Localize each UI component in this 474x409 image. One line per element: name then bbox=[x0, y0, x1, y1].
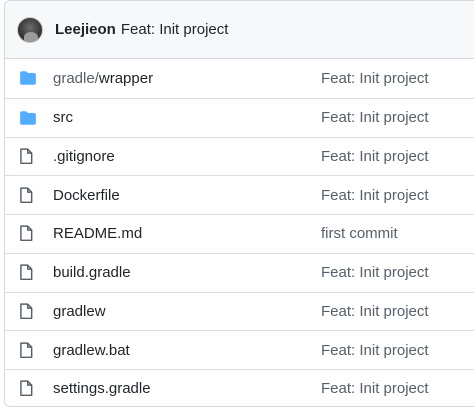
commit-author[interactable]: Leejieon bbox=[55, 21, 116, 38]
folder-icon bbox=[5, 110, 53, 126]
author-avatar[interactable] bbox=[17, 16, 43, 43]
file-icon bbox=[5, 380, 53, 397]
file-name-link[interactable]: README.md bbox=[53, 225, 321, 242]
path-prefix: gradle/ bbox=[53, 69, 99, 87]
file-icon bbox=[5, 187, 53, 204]
file-row[interactable]: gradlew.bat Feat: Init project bbox=[5, 330, 474, 369]
file-row[interactable]: Dockerfile Feat: Init project bbox=[5, 175, 474, 214]
commit-message-link[interactable]: Feat: Init project bbox=[321, 109, 429, 126]
commit-message-link[interactable]: Feat: Init project bbox=[321, 303, 429, 320]
file-icon bbox=[5, 264, 53, 281]
file-row[interactable]: src Feat: Init project bbox=[5, 97, 474, 137]
file-row[interactable]: settings.gradle Feat: Init project bbox=[5, 369, 474, 406]
file-row[interactable]: build.gradle Feat: Init project bbox=[5, 252, 474, 292]
file-row[interactable]: .gitignore Feat: Init project bbox=[5, 136, 474, 176]
file-name-link[interactable]: src bbox=[53, 109, 321, 126]
folder-icon bbox=[5, 70, 53, 86]
file-row[interactable]: gradle/wrapper Feat: Init project bbox=[5, 59, 474, 98]
commit-message-link[interactable]: first commit bbox=[321, 225, 398, 242]
file-name: wrapper bbox=[98, 69, 154, 87]
file-name-link[interactable]: gradlew.bat bbox=[53, 342, 321, 359]
commit-message[interactable]: Feat: Init project bbox=[121, 21, 229, 38]
file-name-link[interactable]: .gitignore bbox=[53, 148, 321, 165]
file-name-link[interactable]: build.gradle bbox=[53, 264, 321, 281]
file-icon bbox=[5, 225, 53, 242]
latest-commit-header: Leejieon Feat: Init project bbox=[5, 1, 474, 59]
file-name-link[interactable]: Dockerfile bbox=[53, 187, 321, 204]
commit-message-link[interactable]: Feat: Init project bbox=[321, 380, 429, 397]
file-browser: Leejieon Feat: Init project gradle/wrapp… bbox=[4, 0, 474, 407]
commit-message-link[interactable]: Feat: Init project bbox=[321, 187, 429, 204]
commit-message-link[interactable]: Feat: Init project bbox=[321, 148, 429, 165]
commit-message-link[interactable]: Feat: Init project bbox=[321, 342, 429, 359]
commit-message-link[interactable]: Feat: Init project bbox=[321, 264, 429, 281]
file-name-link[interactable]: gradlew bbox=[53, 303, 321, 320]
file-icon bbox=[5, 303, 53, 320]
file-row[interactable]: gradlew Feat: Init project bbox=[5, 291, 474, 331]
file-list: gradle/wrapper Feat: Init project src Fe… bbox=[5, 59, 474, 406]
file-name-link[interactable]: settings.gradle bbox=[53, 380, 321, 397]
file-name-link[interactable]: gradle/wrapper bbox=[53, 70, 321, 87]
commit-message-link[interactable]: Feat: Init project bbox=[321, 70, 429, 87]
file-row[interactable]: README.md first commit bbox=[5, 214, 474, 253]
file-icon bbox=[5, 148, 53, 165]
file-icon bbox=[5, 342, 53, 359]
